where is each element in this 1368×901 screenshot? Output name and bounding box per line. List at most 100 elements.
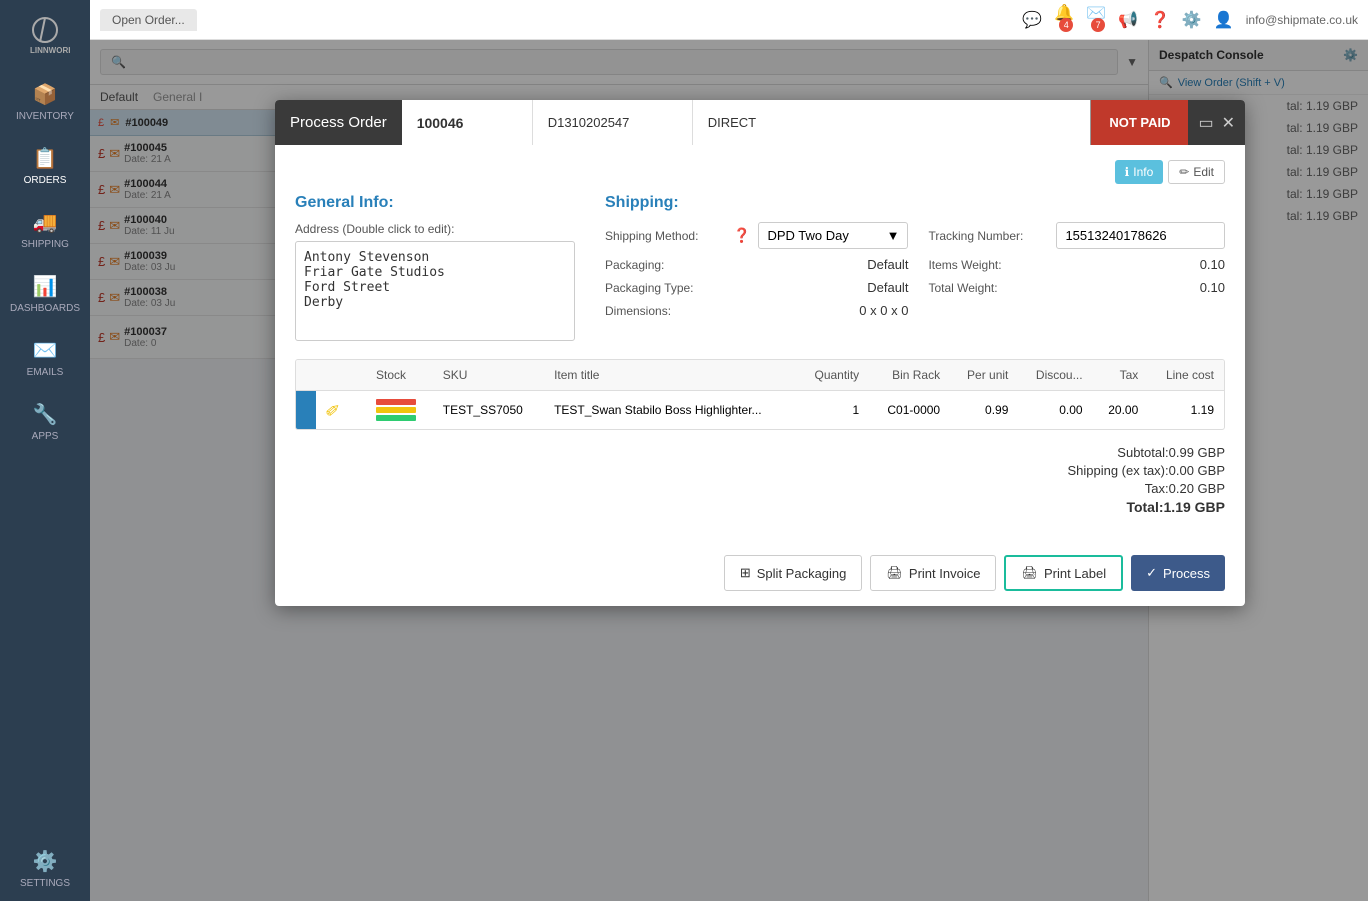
address-box[interactable]: Antony Stevenson Friar Gate Studios Ford…	[295, 241, 575, 341]
shipping-method-select[interactable]: DPD Two Day ▼	[758, 222, 908, 249]
sidebar-logo: LINNWORKS	[15, 10, 75, 60]
row-sku: TEST_SS7050	[433, 391, 544, 430]
main-area: 🔍 ▼ Default General I £ ✉ #100049 £ ✉ #1…	[90, 40, 1368, 901]
sidebar-item-apps-label: APPS	[32, 431, 59, 442]
modal-body: ℹ Info ✏ Edit General Info: Address (Dou…	[275, 145, 1245, 545]
gear-icon[interactable]: ⚙️	[1182, 10, 1202, 30]
shipping-section: Shipping: Shipping Method: ❓ DPD Two Day…	[605, 194, 1225, 344]
sidebar-item-inventory-label: INVENTORY	[16, 111, 74, 122]
chat-icon[interactable]: 💬	[1022, 10, 1042, 30]
th-stock: Stock	[366, 360, 433, 391]
total-weight-value: 0.10	[1056, 280, 1225, 295]
th-discount: Discou...	[1018, 360, 1092, 391]
dimensions-row: Dimensions: 0 x 0 x 0	[605, 303, 908, 318]
th-perunit: Per unit	[950, 360, 1018, 391]
general-info-section: General Info: Address (Double click to e…	[295, 194, 575, 344]
shipping-total-label: Shipping (ex tax):	[1067, 463, 1168, 478]
stock-stripes	[376, 399, 416, 421]
pencil-item-icon: ✏	[321, 397, 346, 423]
help-icon[interactable]: ❓	[1150, 10, 1170, 30]
shipping-columns: Shipping Method: ❓ DPD Two Day ▼ Packagi…	[605, 222, 1225, 326]
modal-footer: ⊞ Split Packaging 🖨 Print Invoice 🖨 Prin…	[275, 545, 1245, 606]
packaging-row: Packaging: Default	[605, 257, 908, 272]
row-binrack: C01-0000	[869, 391, 950, 430]
subtotal-label: Subtotal:	[1117, 445, 1168, 460]
notification-badge: 4	[1059, 18, 1073, 32]
sidebar-item-apps[interactable]: 🔧 APPS	[0, 390, 90, 454]
modal-columns: General Info: Address (Double click to e…	[295, 194, 1225, 344]
tracking-label: Tracking Number:	[928, 229, 1048, 243]
print-invoice-button[interactable]: 🖨 Print Invoice	[870, 555, 996, 591]
sidebar-item-emails[interactable]: ✉️ EMAILS	[0, 326, 90, 390]
address-label: Address (Double click to edit):	[295, 222, 575, 236]
mail-icon[interactable]: ✉️ 7	[1086, 3, 1106, 37]
payment-status-button[interactable]: NOT PAID	[1090, 100, 1188, 145]
packaging-type-row: Packaging Type: Default	[605, 280, 908, 295]
row-indicator	[296, 391, 316, 430]
totals-section: Subtotal:0.99 GBP Shipping (ex tax):0.00…	[295, 445, 1225, 515]
modal-minimize-button[interactable]: ▭	[1198, 113, 1213, 133]
split-packaging-button[interactable]: ⊞ Split Packaging	[724, 555, 863, 591]
shipping-icon: 🚚	[33, 210, 58, 235]
orders-icon: 📋	[33, 146, 58, 171]
user-icon[interactable]: 👤	[1214, 10, 1234, 30]
row-perunit: 0.99	[950, 391, 1018, 430]
th-quantity: Quantity	[797, 360, 869, 391]
row-linecost: 1.19	[1148, 391, 1224, 430]
split-icon: ⊞	[740, 565, 751, 581]
grand-total-row: Total:1.19 GBP	[295, 499, 1225, 515]
shipping-method-row: Shipping Method: ❓ DPD Two Day ▼	[605, 222, 908, 249]
process-button[interactable]: ✓ Process	[1131, 555, 1225, 591]
tracking-input[interactable]	[1056, 222, 1225, 249]
user-email: info@shipmate.co.uk	[1246, 13, 1358, 27]
pencil-icon: ✏	[1179, 165, 1189, 179]
items-weight-row: Items Weight: 0.10	[928, 257, 1225, 272]
th-title: Item title	[544, 360, 797, 391]
total-weight-row: Total Weight: 0.10	[928, 280, 1225, 295]
label-icon: 🖨	[1021, 565, 1038, 581]
packaging-type-value: Default	[733, 280, 908, 295]
row-title: TEST_Swan Stabilo Boss Highlighter...	[544, 391, 797, 430]
row-discount: 0.00	[1018, 391, 1092, 430]
table-row: ✏ TEST_SS7050 TEST_Swan Stabilo Boss	[296, 391, 1224, 430]
row-stock	[366, 391, 433, 430]
sidebar-item-inventory[interactable]: 📦 INVENTORY	[0, 70, 90, 134]
items-table-wrap: Stock SKU Item title Quantity Bin Rack P…	[295, 359, 1225, 430]
th-binrack: Bin Rack	[869, 360, 950, 391]
th-sku: SKU	[433, 360, 544, 391]
edit-button[interactable]: ✏ Edit	[1168, 160, 1225, 184]
megaphone-icon[interactable]: 📢	[1118, 10, 1138, 30]
sidebar-item-dashboards-label: DASHBOARDS	[10, 303, 80, 314]
grand-total-value: 1.19 GBP	[1164, 499, 1225, 515]
shipping-col-right: Tracking Number: Items Weight: 0.10 Tota…	[928, 222, 1225, 326]
shipping-method-label: Shipping Method:	[605, 229, 725, 243]
items-table: Stock SKU Item title Quantity Bin Rack P…	[296, 360, 1224, 429]
info-button[interactable]: ℹ Info	[1115, 160, 1164, 184]
open-orders-tab[interactable]: Open Order...	[100, 9, 197, 31]
inventory-icon: 📦	[33, 82, 58, 107]
sidebar: LINNWORKS 📦 INVENTORY 📋 ORDERS 🚚 SHIPPIN…	[0, 0, 90, 901]
modal-close-button[interactable]: ✕	[1222, 113, 1235, 133]
sidebar-item-dashboards[interactable]: 📊 DASHBOARDS	[0, 262, 90, 326]
subtotal-row: Subtotal:0.99 GBP	[295, 445, 1225, 460]
notification-icon[interactable]: 🔔 4	[1054, 3, 1074, 37]
sidebar-item-settings[interactable]: ⚙️ SETTINGS	[0, 837, 90, 901]
sidebar-item-shipping[interactable]: 🚚 SHIPPING	[0, 198, 90, 262]
th-indicator	[296, 360, 316, 391]
sidebar-item-orders[interactable]: 📋 ORDERS	[0, 134, 90, 198]
th-linecost: Line cost	[1148, 360, 1224, 391]
sidebar-item-settings-label: SETTINGS	[20, 878, 70, 889]
print-label-button[interactable]: 🖨 Print Label	[1004, 555, 1123, 591]
invoice-icon: 🖨	[886, 565, 903, 581]
modal-header: Process Order 100046 D1310202547 DIRECT …	[275, 100, 1245, 145]
dashboards-icon: 📊	[33, 274, 58, 299]
modal-channel: DIRECT	[692, 100, 1091, 145]
shipping-method-help-icon: ❓	[733, 227, 750, 244]
apps-icon: 🔧	[33, 402, 58, 427]
items-weight-label: Items Weight:	[928, 258, 1048, 272]
total-weight-label: Total Weight:	[928, 281, 1048, 295]
sidebar-item-orders-label: ORDERS	[24, 175, 67, 186]
modal-controls: ▭ ✕	[1188, 113, 1245, 133]
grand-total-label: Total:	[1126, 499, 1163, 515]
th-img	[316, 360, 366, 391]
